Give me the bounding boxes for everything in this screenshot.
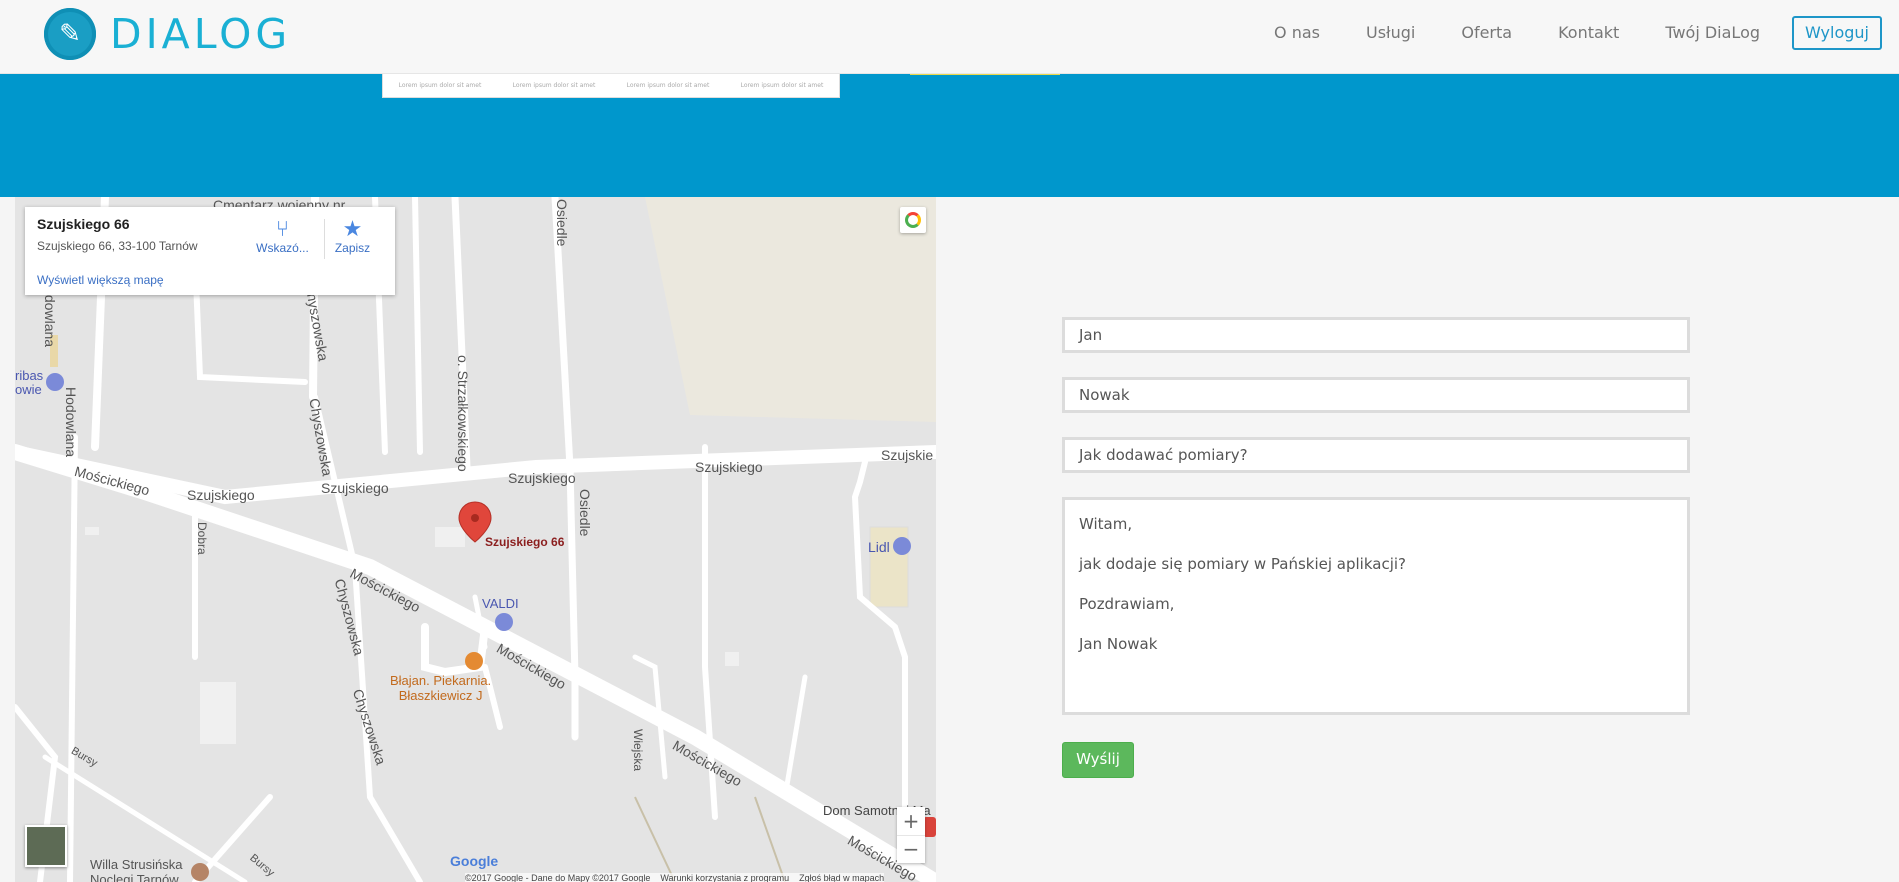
- hero-band: [0, 73, 1899, 197]
- site-header: ✎ DIALOG O nas Usługi Oferta Kontakt Twó…: [0, 0, 1899, 74]
- pencil-note-icon: ✎: [44, 8, 96, 60]
- map-info-card: Szujskiego 66 Szujskiego 66, 33-100 Tarn…: [25, 207, 395, 295]
- map-pin-label: Szujskiego 66: [485, 535, 565, 549]
- send-button[interactable]: Wyślij: [1062, 742, 1134, 778]
- map-label-dobra: Dobra: [195, 522, 209, 555]
- map-label-szujskiego: Szujskiego: [508, 470, 576, 486]
- map-label-wiejska: Wiejska: [631, 729, 645, 772]
- hero-image-preview: Lorem ipsum dolor sit amet Lorem ipsum do…: [382, 73, 840, 98]
- map-attribution[interactable]: ©2017 Google - Dane do Mapy ©2017 Google…: [465, 873, 885, 882]
- save-label: Zapisz: [334, 241, 371, 255]
- restaurant-icon[interactable]: [465, 652, 483, 670]
- satellite-view-toggle[interactable]: [25, 825, 67, 867]
- nav-link-uslugi[interactable]: Usługi: [1366, 16, 1415, 50]
- map-label-osiedle: Osiedle: [577, 489, 593, 537]
- zoom-control: + −: [897, 807, 925, 863]
- palette-icon: [905, 212, 921, 228]
- logo-text: DIALOG: [110, 10, 292, 58]
- larger-map-link[interactable]: Wyświetl większą mapę: [37, 273, 164, 287]
- zoom-out-button[interactable]: −: [897, 835, 925, 864]
- map-label-szujskiego: Szujskiego: [187, 487, 255, 503]
- map-label-szujskiego: Szujskie: [881, 447, 934, 463]
- shopping-cart-icon[interactable]: [893, 537, 911, 555]
- divider: [324, 219, 325, 259]
- subject-input[interactable]: Jak dodawać pomiary?: [1062, 437, 1690, 473]
- gas-station-icon[interactable]: [495, 613, 513, 631]
- google-logo: Google: [450, 853, 499, 869]
- map-label-ribas: ribas owie: [15, 368, 44, 397]
- nav-link-oferta[interactable]: Oferta: [1461, 16, 1512, 50]
- map-pin-icon[interactable]: [459, 502, 491, 544]
- directions-label: Wskazó...: [256, 241, 309, 255]
- map-label-szujskiego: Szujskiego: [695, 459, 763, 475]
- map-label-willa: Willa Strusińska Noclegi Tarnów: [90, 857, 183, 882]
- nav-link-kontakt[interactable]: Kontakt: [1558, 16, 1619, 50]
- map-label-osiedle: Osiedle: [554, 199, 570, 247]
- map-options-button[interactable]: [900, 207, 926, 233]
- map-label-strzalkowskiego: o. Strzałkowskiego: [455, 355, 471, 472]
- map-label-valdi: VALDI: [482, 596, 519, 611]
- directions-icon: ⑂: [275, 216, 290, 241]
- nav-link-o-nas[interactable]: O nas: [1274, 16, 1320, 50]
- map-label-hodowlana: Hodowlana: [63, 387, 79, 458]
- main-nav: O nas Usługi Oferta Kontakt Twój DiaLog …: [1228, 16, 1882, 50]
- map-label-szujskiego: Szujskiego: [321, 480, 389, 496]
- place-title: Szujskiego 66: [37, 216, 130, 232]
- nav-link-twoj-dialog[interactable]: Twój DiaLog: [1665, 16, 1760, 50]
- map-label-lidl: Lidl: [868, 539, 890, 555]
- last-name-input[interactable]: Nowak: [1062, 377, 1690, 413]
- logout-button[interactable]: Wyloguj: [1792, 16, 1882, 50]
- place-address: Szujskiego 66, 33-100 Tarnów: [37, 239, 198, 253]
- star-icon: ★: [342, 216, 363, 241]
- save-place-button[interactable]: ★ Zapisz: [330, 216, 375, 256]
- message-textarea[interactable]: Witam, jak dodaje się pomiary w Pańskiej…: [1062, 497, 1690, 715]
- directions-button[interactable]: ⑂ Wskazó...: [255, 216, 310, 256]
- zoom-in-button[interactable]: +: [897, 807, 925, 835]
- embedded-map[interactable]: Cmentarz wojenny nr Hodowlana Hodowlana …: [15, 197, 936, 882]
- map-label-piekarnia: Błajan. Piekarnia. Błaszkiewicz J: [390, 673, 492, 703]
- first-name-input[interactable]: Jan: [1062, 317, 1690, 353]
- logo[interactable]: ✎ DIALOG: [44, 8, 291, 60]
